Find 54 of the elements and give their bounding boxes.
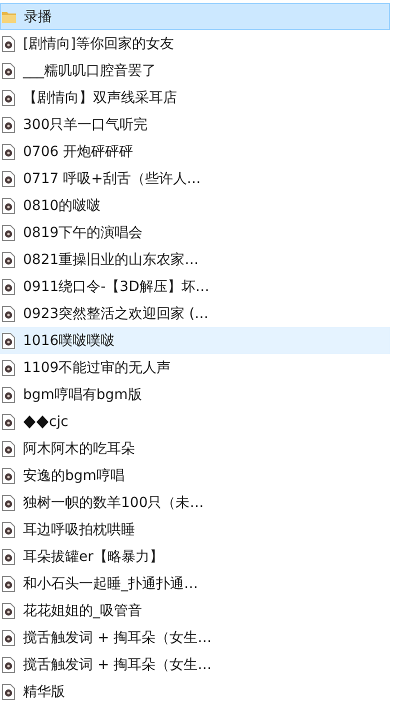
audio-file-icon [2,576,15,592]
file-name: cjc [49,414,68,428]
audio-file-icon [2,548,15,564]
audio-file-icon [2,440,15,456]
audio-file-icon [2,684,15,700]
audio-file-icon [2,144,15,160]
file-row[interactable]: 1016噗啵噗啵 [0,327,390,354]
file-name: 独树一帜的数羊100只（未… [23,496,204,510]
audio-file-icon [2,198,15,214]
file-name: 耳朵拔罐er【略暴力】 [23,550,164,564]
file-name: 耳边呼吸拍枕哄睡 [23,522,135,536]
file-name: 1109不能过审的无人声 [23,360,171,374]
audio-file-icon [2,602,15,618]
file-name: 搅舌触发词 + 掏耳朵（女生… [23,630,212,644]
folder-icon [2,10,16,22]
audio-file-icon [2,116,15,132]
audio-file-icon [2,414,15,430]
audio-file-icon [2,494,15,510]
file-name: bgm哼唱有bgm版 [23,388,142,402]
file-row[interactable]: 录播 [0,3,390,30]
audio-file-icon [2,36,15,52]
file-name: 1016噗啵噗啵 [23,334,115,348]
audio-file-icon [2,468,15,484]
audio-file-icon [2,62,15,78]
file-name: 0810的啵啵 [23,198,101,212]
audio-file-icon [2,360,15,376]
audio-file-icon [2,252,15,268]
file-name: 精华版 [23,684,65,698]
file-name: [剧情向]等你回家的女友 [23,36,174,50]
file-name: 安逸的bgm哼唱 [23,468,124,482]
audio-file-icon [2,170,15,186]
file-name: 阿木阿木的吃耳朵 [23,442,135,456]
file-name: 和小石头一起睡_扑通扑通… [23,576,198,590]
file-name: 0706 开炮砰砰砰 [23,144,134,158]
file-name: 录播 [24,10,52,24]
audio-file-icon [2,278,15,294]
file-name: 300只羊一口气听完 [23,118,148,132]
audio-file-icon [2,386,15,402]
audio-file-icon [2,522,15,538]
audio-file-icon [2,224,15,240]
file-name: ___糯叽叽口腔音罢了 [23,64,156,78]
file-name: 0821重操旧业的山东农家… [23,252,199,266]
audio-file-icon [2,656,15,672]
file-name: 花花姐姐的_吸管音 [23,604,142,618]
audio-file-icon [2,332,15,348]
file-name: 0819下午的演唱会 [23,226,143,240]
audio-file-icon [2,90,15,106]
file-name: 【剧情向】双声线采耳店 [23,90,177,104]
audio-file-icon [2,306,15,322]
file-name: 搅舌触发词 + 掏耳朵（女生… [23,658,212,672]
audio-file-icon [2,630,15,646]
file-name: 0923突然整活之欢迎回家 (… [23,306,209,320]
file-name: 0717 呼吸+刮舌（些许人… [23,172,201,186]
file-name: 0911绕口令-【3D解压】坏… [23,280,210,294]
